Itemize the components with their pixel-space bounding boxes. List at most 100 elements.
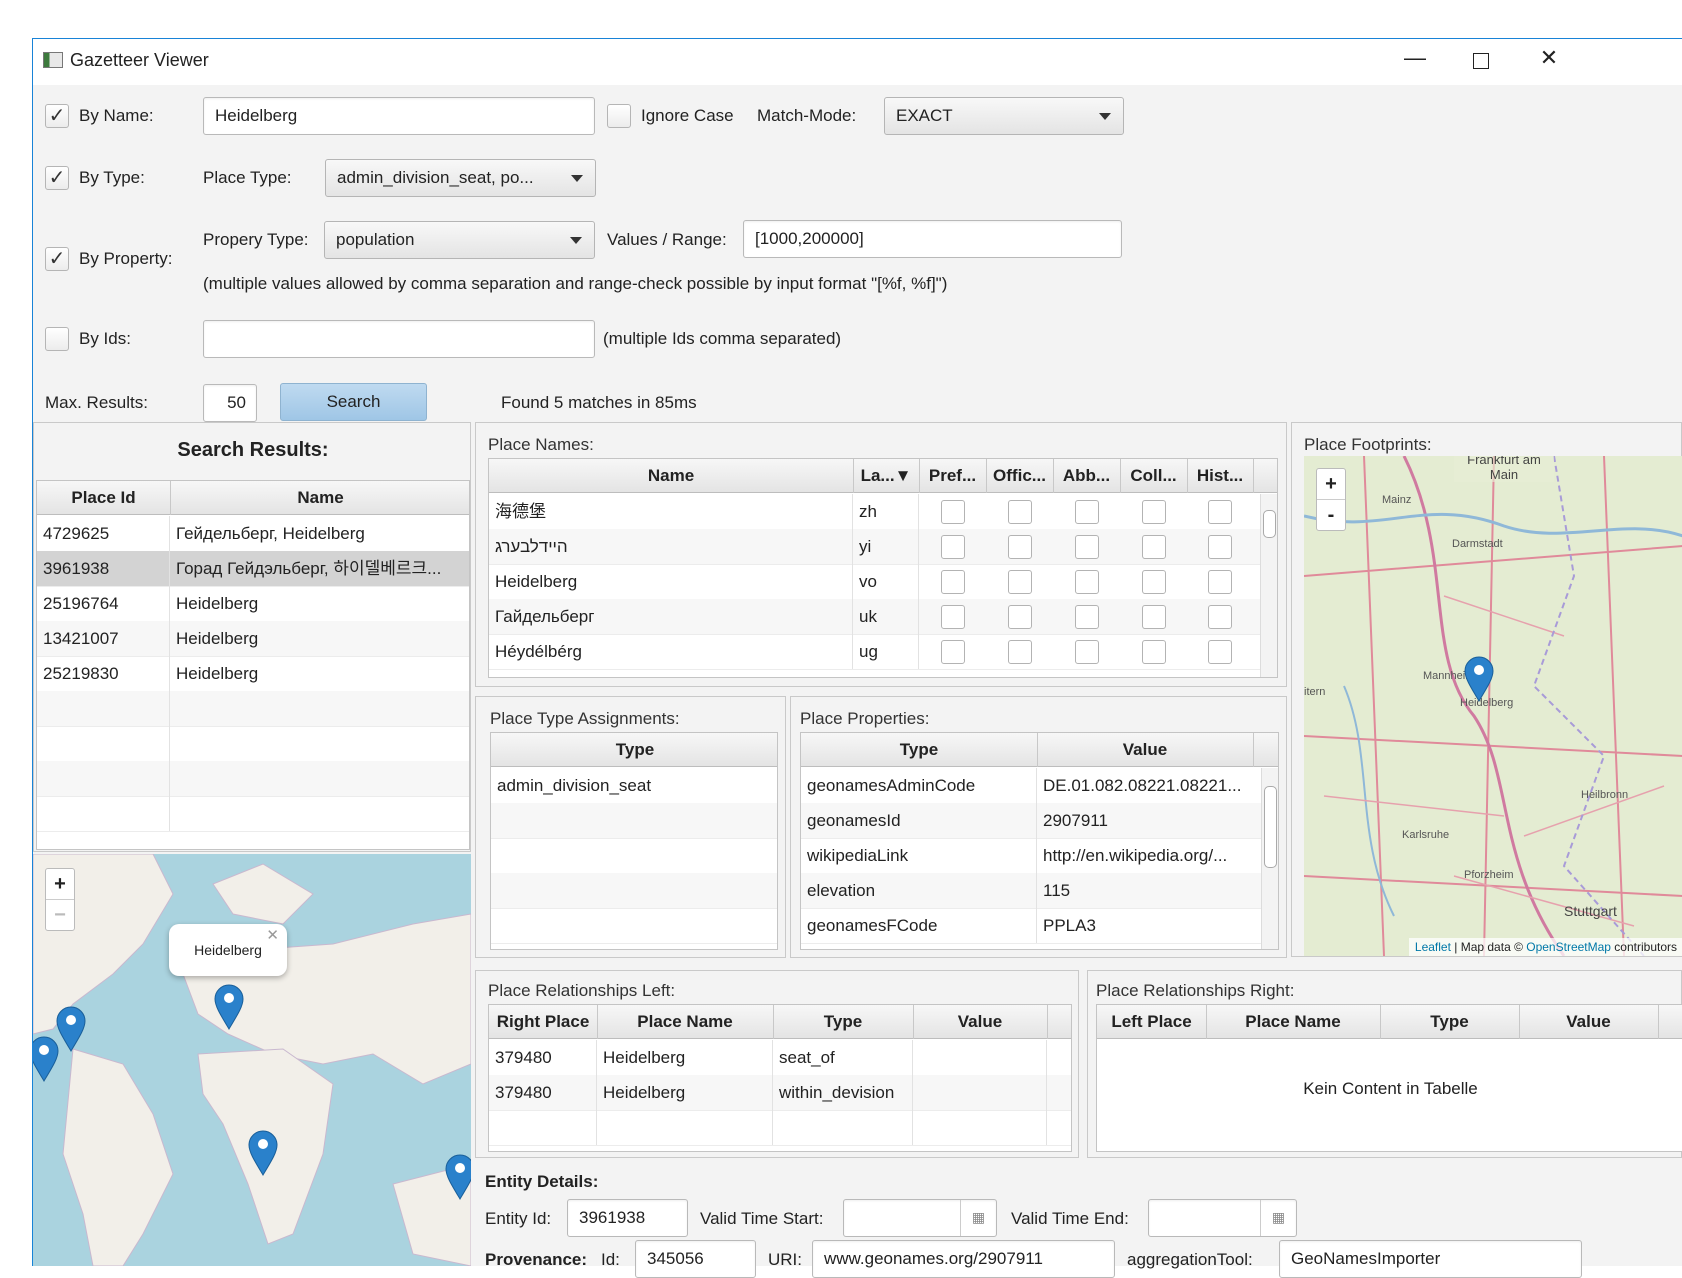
world-map[interactable]: + − Heidelberg ✕	[33, 854, 471, 1266]
entity-id-field[interactable]: 3961938	[567, 1199, 688, 1237]
uri-field[interactable]: www.geonames.org/2907911	[812, 1240, 1115, 1278]
valid-end-field[interactable]: ▦	[1148, 1199, 1297, 1237]
historical-checkbox[interactable]	[1208, 605, 1232, 629]
column-header[interactable]: Type	[491, 733, 777, 767]
table-row[interactable]: wikipediaLink http://en.wikipedia.org/..…	[801, 838, 1262, 874]
abbreviation-checkbox[interactable]	[1075, 500, 1099, 524]
table-row[interactable]: admin_division_seat	[491, 768, 777, 804]
calendar-icon[interactable]: ▦	[960, 1200, 996, 1236]
close-icon[interactable]: ✕	[1529, 45, 1569, 71]
official-checkbox[interactable]	[1008, 640, 1032, 664]
historical-checkbox[interactable]	[1208, 640, 1232, 664]
table-row[interactable]: Héydélbérg ug	[489, 634, 1261, 670]
name-input[interactable]: Heidelberg	[203, 97, 595, 135]
column-header[interactable]: Value	[913, 1005, 1048, 1039]
historical-checkbox[interactable]	[1208, 500, 1232, 524]
official-checkbox[interactable]	[1008, 535, 1032, 559]
preferred-checkbox[interactable]	[941, 535, 965, 559]
column-header[interactable]: Place Name	[1206, 1005, 1381, 1039]
column-header[interactable]: Abb...	[1053, 459, 1121, 493]
property-type-select[interactable]: population	[324, 221, 595, 259]
map-marker-icon[interactable]	[56, 1006, 86, 1052]
map-marker-icon[interactable]	[445, 1154, 471, 1200]
column-header[interactable]: Value	[1037, 733, 1254, 767]
table-row[interactable]: geonamesId 2907911	[801, 803, 1262, 839]
official-checkbox[interactable]	[1008, 500, 1032, 524]
abbreviation-checkbox[interactable]	[1075, 605, 1099, 629]
column-header[interactable]: Type	[801, 733, 1038, 767]
column-header[interactable]: Coll...	[1120, 459, 1188, 493]
zoom-in-button[interactable]: +	[46, 869, 74, 900]
map-marker-icon[interactable]	[214, 984, 244, 1030]
ignore-case-checkbox[interactable]	[607, 104, 631, 128]
table-row[interactable]: Heidelberg vo	[489, 564, 1261, 600]
osm-link[interactable]: OpenStreetMap	[1526, 940, 1611, 954]
provenance-id-field[interactable]: 345056	[635, 1240, 756, 1278]
column-header[interactable]: Value	[1519, 1005, 1659, 1039]
table-row[interactable]: 3961938 Горад Гейдэльберг, 하이델베르크...	[37, 551, 469, 587]
column-header[interactable]: Name	[489, 459, 854, 493]
column-header[interactable]: Name	[170, 481, 469, 515]
colloquial-checkbox[interactable]	[1142, 500, 1166, 524]
abbreviation-checkbox[interactable]	[1075, 570, 1099, 594]
match-mode-select[interactable]: EXACT	[884, 97, 1124, 135]
column-header[interactable]: Right Place	[489, 1005, 598, 1039]
historical-checkbox[interactable]	[1208, 570, 1232, 594]
table-row[interactable]: 海德堡 zh	[489, 494, 1261, 530]
column-header[interactable]: Type	[1380, 1005, 1520, 1039]
leaflet-link[interactable]: Leaflet	[1415, 940, 1451, 954]
by-type-checkbox[interactable]: ✓	[45, 166, 69, 190]
colloquial-checkbox[interactable]	[1142, 570, 1166, 594]
colloquial-checkbox[interactable]	[1142, 640, 1166, 664]
calendar-icon[interactable]: ▦	[1260, 1200, 1296, 1236]
max-results-input[interactable]: 50	[203, 384, 257, 422]
preferred-checkbox[interactable]	[941, 605, 965, 629]
search-button[interactable]: Search	[280, 383, 427, 421]
scrollbar-thumb[interactable]	[1263, 510, 1276, 538]
colloquial-checkbox[interactable]	[1142, 605, 1166, 629]
column-header[interactable]: Pref...	[919, 459, 987, 493]
table-row[interactable]: 4729625 Гейдельберг, Heidelberg	[37, 516, 469, 552]
ids-input[interactable]	[203, 320, 595, 358]
preferred-checkbox[interactable]	[941, 570, 965, 594]
column-header[interactable]: Place Id	[37, 481, 171, 515]
map-marker-icon[interactable]	[1464, 656, 1494, 702]
historical-checkbox[interactable]	[1208, 535, 1232, 559]
colloquial-checkbox[interactable]	[1142, 535, 1166, 559]
map-marker-icon[interactable]	[248, 1130, 278, 1176]
scrollbar-thumb[interactable]	[1264, 786, 1277, 868]
place-type-select[interactable]: admin_division_seat, po...	[325, 159, 596, 197]
valid-start-field[interactable]: ▦	[843, 1199, 997, 1237]
column-header[interactable]: Place Name	[597, 1005, 774, 1039]
column-header[interactable]: Left Place	[1097, 1005, 1207, 1039]
popup-close-icon[interactable]: ✕	[266, 926, 279, 944]
zoom-out-button[interactable]: -	[1317, 500, 1345, 530]
table-row[interactable]: 25219830 Heidelberg	[37, 656, 469, 692]
table-row[interactable]: elevation 115	[801, 873, 1262, 909]
table-row[interactable]: 13421007 Heidelberg	[37, 621, 469, 657]
column-header[interactable]: La...▼	[853, 459, 920, 493]
footprint-map[interactable]: Frankfurt am Main Mainz Darmstadt Mannhe…	[1304, 456, 1682, 956]
map-marker-icon[interactable]	[33, 1036, 59, 1082]
values-range-input[interactable]: [1000,200000]	[743, 220, 1122, 258]
table-row[interactable]: הײדלבערג yi	[489, 529, 1261, 565]
abbreviation-checkbox[interactable]	[1075, 535, 1099, 559]
zoom-in-button[interactable]: +	[1317, 469, 1345, 500]
table-row[interactable]: Гайдельберг uk	[489, 599, 1261, 635]
by-name-checkbox[interactable]: ✓	[45, 104, 69, 128]
abbreviation-checkbox[interactable]	[1075, 640, 1099, 664]
table-row[interactable]: geonamesAdminCode DE.01.082.08221.08221.…	[801, 768, 1262, 804]
table-row[interactable]: 25196764 Heidelberg	[37, 586, 469, 622]
aggregation-tool-field[interactable]: GeoNamesImporter	[1279, 1240, 1582, 1278]
column-header[interactable]: Offic...	[986, 459, 1054, 493]
table-row[interactable]: geonamesFCode PPLA3	[801, 908, 1262, 944]
preferred-checkbox[interactable]	[941, 500, 965, 524]
by-ids-checkbox[interactable]	[45, 327, 69, 351]
column-header[interactable]: Type	[773, 1005, 914, 1039]
official-checkbox[interactable]	[1008, 605, 1032, 629]
preferred-checkbox[interactable]	[941, 640, 965, 664]
table-row[interactable]: 379480 Heidelberg seat_of	[489, 1040, 1071, 1076]
table-row[interactable]: 379480 Heidelberg within_devision	[489, 1075, 1071, 1111]
minimize-icon[interactable]: —	[1395, 45, 1435, 71]
official-checkbox[interactable]	[1008, 570, 1032, 594]
